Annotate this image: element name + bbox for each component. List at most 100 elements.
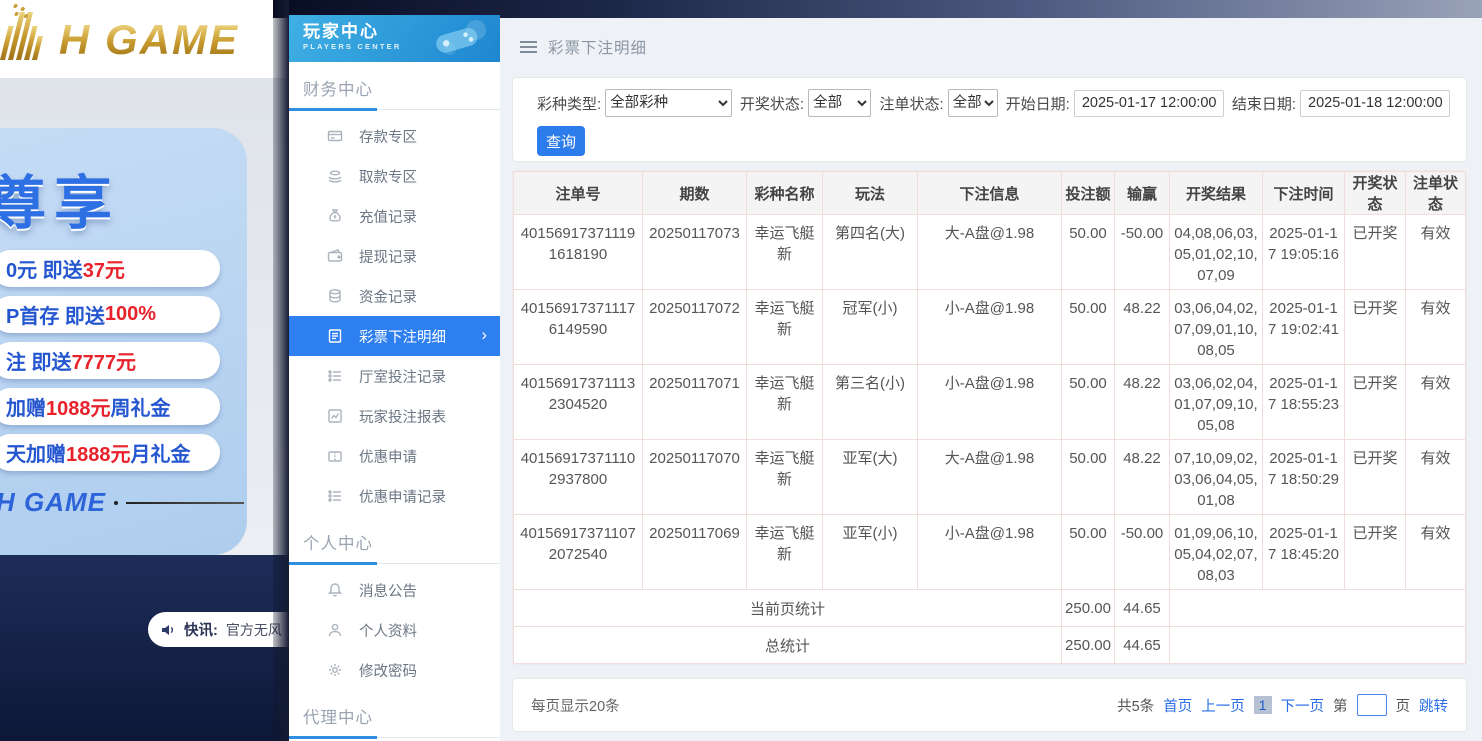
cell-draw-result: 03,06,04,02,07,09,01,10,08,05	[1170, 290, 1263, 365]
sidebar-item-label: 优惠申请	[359, 446, 417, 467]
table-row: 401569173711191618190 20250117073 幸运飞艇新 …	[514, 215, 1466, 290]
sidebar-item-promo-apply-records[interactable]: 优惠申请记录	[289, 476, 500, 516]
cell-draw-result: 03,06,02,04,01,07,09,10,05,08	[1170, 365, 1263, 440]
hand-coins-icon	[327, 168, 343, 184]
jump-suffix-text: 页	[1396, 695, 1411, 716]
cell-bet-amount: 50.00	[1062, 365, 1115, 440]
sidebar-item-label: 提现记录	[359, 246, 417, 267]
chevron-right-icon: ›	[481, 325, 487, 345]
coin-stack-icon	[327, 288, 343, 304]
cell-lottery-name: 幸运飞艇新	[747, 290, 823, 365]
sidebar-item-funds-records[interactable]: 资金记录	[289, 276, 500, 316]
cell-bet-info: 小-A盘@1.98	[918, 365, 1062, 440]
site-logo[interactable]: H GAME	[6, 12, 239, 60]
logo-dots-decoration	[8, 2, 42, 20]
cell-bet-amount: 50.00	[1062, 215, 1115, 290]
start-date-input[interactable]	[1074, 90, 1224, 117]
sidebar-item-notices[interactable]: 消息公告	[289, 570, 500, 610]
prev-page-link[interactable]: 上一页	[1201, 695, 1245, 716]
cell-play-type: 冠军(小)	[823, 290, 918, 365]
col-period: 期数	[643, 172, 747, 215]
order-status-select[interactable]: 全部	[948, 89, 998, 117]
sidebar-item-hall-bet-records[interactable]: 厅室投注记录	[289, 356, 500, 396]
panel-shadow	[273, 0, 289, 741]
page-jump-button[interactable]: 跳转	[1419, 695, 1448, 716]
cell-bet-info: 大-A盘@1.98	[918, 215, 1062, 290]
menu-toggle-icon[interactable]	[520, 41, 537, 53]
sidebar-item-recharge-records[interactable]: 充值记录	[289, 196, 500, 236]
end-date-input[interactable]	[1300, 90, 1450, 117]
current-page-indicator: 1	[1254, 696, 1272, 714]
cell-bet-amount: 50.00	[1062, 440, 1115, 515]
sidebar-item-withdrawal-records[interactable]: 提现记录	[289, 236, 500, 276]
cell-bet-time: 2025-01-17 18:45:20	[1263, 515, 1345, 590]
sidebar-item-deposit[interactable]: 存款专区	[289, 116, 500, 156]
lottery-type-select[interactable]: 全部彩种	[605, 89, 732, 117]
news-ticker: 快讯: 官方无风	[148, 612, 289, 647]
section-divider	[289, 109, 500, 110]
bell-icon	[327, 582, 343, 598]
sidebar-item-label: 厅室投注记录	[359, 366, 446, 387]
sidebar-item-label: 彩票下注明细	[359, 326, 446, 347]
sidebar-item-label: 资金记录	[359, 286, 417, 307]
cell-win-loss: 48.22	[1115, 365, 1170, 440]
sidebar-item-lottery-bet-details[interactable]: 彩票下注明细 ›	[289, 316, 500, 356]
user-icon	[327, 622, 343, 638]
total-count-text: 共5条	[1117, 695, 1154, 716]
sidebar-item-withdraw[interactable]: 取款专区	[289, 156, 500, 196]
promo-banner: 尊享 0元 即送37元 P首存 即送100% 注 即送7777元 加赠1088元…	[0, 128, 247, 555]
document-list-icon	[327, 328, 343, 344]
cell-draw-status: 已开奖	[1345, 290, 1406, 365]
cell-order-no: 401569173711072072540	[514, 515, 643, 590]
cell-period: 20250117069	[643, 515, 747, 590]
summary-label: 当前页统计	[514, 590, 1062, 627]
cell-bet-amount: 50.00	[1062, 290, 1115, 365]
table-row: 401569173711102937800 20250117070 幸运飞艇新 …	[514, 440, 1466, 515]
cell-win-loss: 48.22	[1115, 440, 1170, 515]
cell-draw-result: 04,08,06,03,05,01,02,10,07,09	[1170, 215, 1263, 290]
section-divider	[289, 563, 500, 564]
draw-status-select[interactable]: 全部	[808, 89, 871, 117]
cell-win-loss: -50.00	[1115, 215, 1170, 290]
page-title: 彩票下注明细	[548, 36, 647, 58]
summary-empty	[1170, 627, 1466, 664]
first-page-link[interactable]: 首页	[1163, 695, 1192, 716]
cell-period: 20250117073	[643, 215, 747, 290]
sidebar-item-change-password[interactable]: 修改密码	[289, 650, 500, 690]
cell-order-no: 401569173711132304520	[514, 365, 643, 440]
cell-order-no: 401569173711191618190	[514, 215, 643, 290]
bet-details-table: 注单号 期数 彩种名称 玩法 下注信息 投注额 输赢 开奖结果 下注时间 开奖状…	[513, 171, 1466, 664]
summary-bet-amount: 250.00	[1062, 590, 1115, 627]
bet-details-table-card: 注单号 期数 彩种名称 玩法 下注信息 投注额 输赢 开奖结果 下注时间 开奖状…	[512, 170, 1467, 665]
summary-win-loss: 44.65	[1115, 627, 1170, 664]
cell-bet-time: 2025-01-17 18:50:29	[1263, 440, 1345, 515]
sidebar-item-label: 修改密码	[359, 660, 417, 681]
sidebar-item-player-bet-report[interactable]: 玩家投注报表	[289, 396, 500, 436]
sidebar-item-label: 玩家投注报表	[359, 406, 446, 427]
sidebar-item-promo-apply[interactable]: 优惠申请	[289, 436, 500, 476]
search-button[interactable]: 查询	[537, 126, 585, 156]
summary-empty	[1170, 590, 1466, 627]
cell-period: 20250117072	[643, 290, 747, 365]
wallet-icon	[327, 248, 343, 264]
sidebar-item-profile[interactable]: 个人资料	[289, 610, 500, 650]
section-label-personal: 个人中心	[289, 516, 500, 563]
col-order-no: 注单号	[514, 172, 643, 215]
sidebar-item-label: 存款专区	[359, 126, 417, 147]
cell-play-type: 亚军(大)	[823, 440, 918, 515]
next-page-link[interactable]: 下一页	[1281, 695, 1325, 716]
end-date-label: 结束日期:	[1232, 93, 1296, 114]
cell-draw-status: 已开奖	[1345, 215, 1406, 290]
cell-draw-status: 已开奖	[1345, 365, 1406, 440]
table-row: 401569173711176149590 20250117072 幸运飞艇新 …	[514, 290, 1466, 365]
cell-order-status: 有效	[1406, 290, 1466, 365]
page-jump-input[interactable]	[1357, 694, 1387, 716]
pagination-bar: 每页显示20条 共5条 首页 上一页 1 下一页 第 页 跳转	[512, 678, 1467, 732]
cell-bet-info: 小-A盘@1.98	[918, 290, 1062, 365]
player-center-sidebar: 玩家中心 PLAYERS CENTER 财务中心 存款专区 取款专区 充值记录	[289, 15, 500, 741]
lottery-type-label: 彩种类型:	[537, 93, 601, 114]
cell-bet-time: 2025-01-17 19:02:41	[1263, 290, 1345, 365]
sidebar-item-label: 消息公告	[359, 580, 417, 601]
cell-order-status: 有效	[1406, 215, 1466, 290]
cell-bet-time: 2025-01-17 18:55:23	[1263, 365, 1345, 440]
